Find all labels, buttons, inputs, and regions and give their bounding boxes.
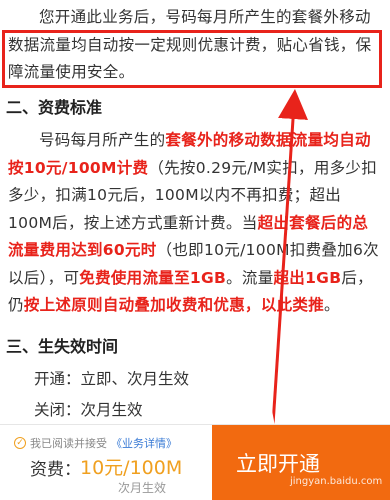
section-title-effective-time: 三、生失效时间: [6, 337, 119, 356]
fee-standard-paragraph: 号码每月所产生的套餐外的移动数据流量均自动按10元/100M计费（先按0.29元…: [8, 127, 382, 320]
close-time-row: 关闭：次月生效: [34, 398, 143, 420]
watermark-text: jingyan.baidu.com: [290, 476, 383, 487]
fee-highlight-5: 按上述原则自动叠加收费和优惠，以此类推: [23, 296, 325, 314]
check-circle-icon[interactable]: ✓: [14, 437, 26, 449]
fee-text-1: 号码每月所产生的: [39, 131, 166, 149]
fee-highlight-4: 超出1GB: [273, 268, 342, 287]
fee-text-6: 。: [324, 296, 340, 314]
fee-text-4: 。流量: [226, 268, 274, 287]
fee-highlight-3: 免费使用流量至1GB: [79, 268, 227, 287]
open-value: 立即、次月生效: [80, 370, 190, 388]
highlight-annotation-box: [2, 30, 382, 88]
close-label: 关闭：: [34, 401, 81, 419]
agree-text: 我已阅读并接受: [30, 437, 107, 450]
business-details-link[interactable]: 《业务详情》: [111, 435, 177, 451]
section-title-fee-standard: 二、资费标准: [6, 98, 103, 117]
bottom-bar: ✓ 我已阅读并接受 《业务详情》 资费： 10元/100M 次月生效 立即开通: [0, 424, 390, 500]
fee-label: 资费：: [30, 460, 81, 480]
open-time-row: 开通：立即、次月生效: [34, 367, 189, 389]
agreement-row[interactable]: ✓ 我已阅读并接受 《业务详情》: [14, 435, 177, 451]
open-now-button[interactable]: 立即开通: [212, 425, 390, 500]
open-label: 开通：: [34, 370, 81, 388]
close-value: 次月生效: [80, 401, 143, 419]
effective-note: 次月生效: [118, 481, 167, 495]
fee-value: 10元/100M: [80, 457, 183, 479]
